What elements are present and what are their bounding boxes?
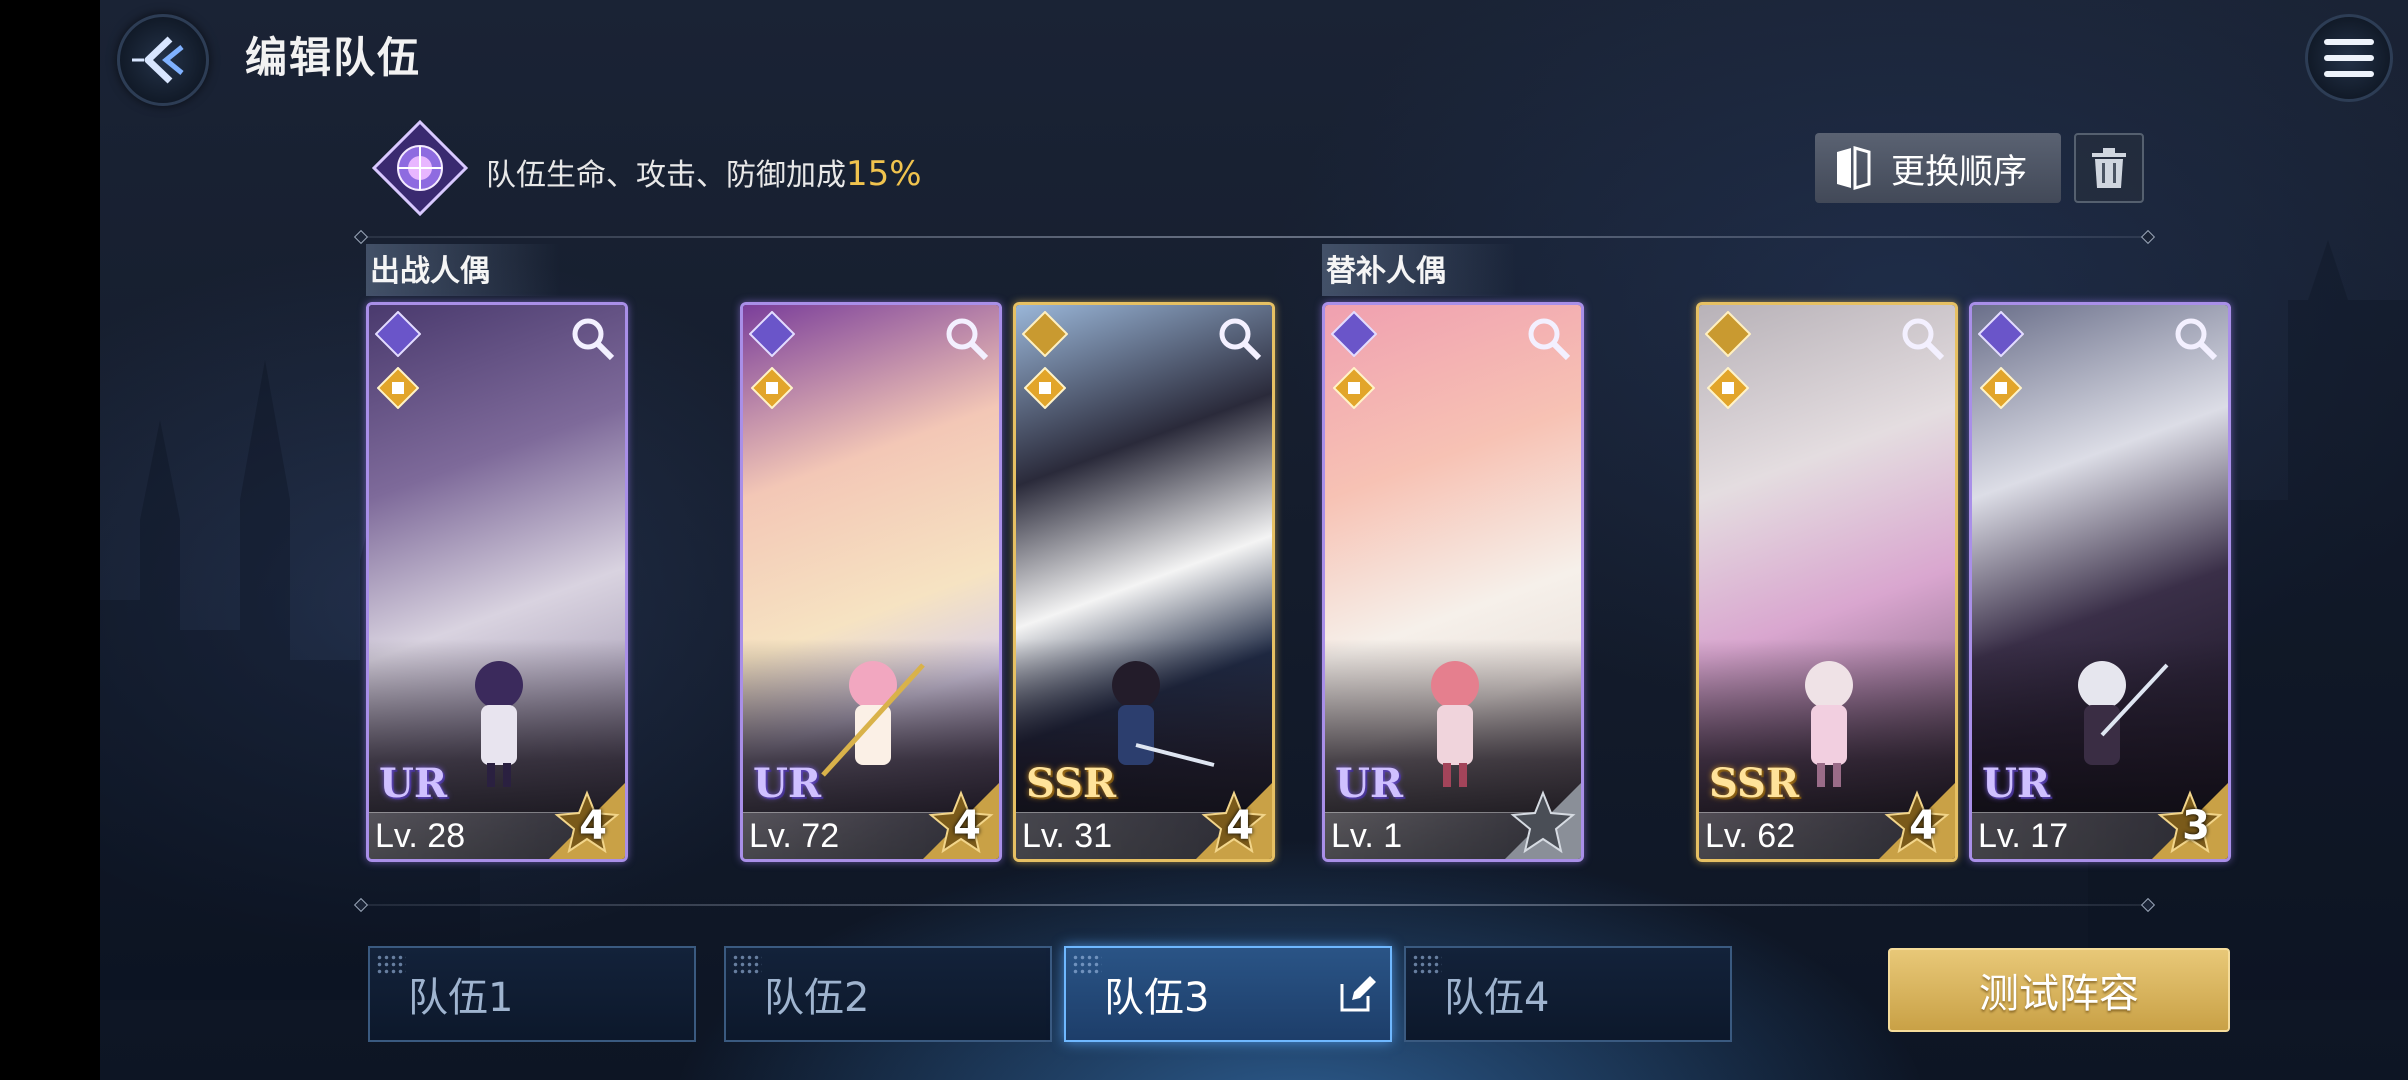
tab-label: 队伍2 bbox=[764, 975, 870, 1021]
tab-team-2[interactable]: 队伍2 bbox=[724, 946, 1052, 1042]
main-card-3[interactable]: SSR Lv. 31 4 bbox=[1013, 302, 1275, 862]
element-icon bbox=[1978, 311, 2024, 357]
main-team-label: 出战人偶 bbox=[366, 244, 560, 296]
role-icon bbox=[1024, 367, 1066, 409]
level-label: Lv. 17 bbox=[1978, 817, 2069, 855]
delete-team-button[interactable] bbox=[2074, 133, 2144, 203]
rarity-label: UR bbox=[379, 760, 448, 807]
magnify-icon[interactable] bbox=[943, 315, 989, 361]
left-black-bar bbox=[0, 0, 100, 1080]
bonus-value: 15% bbox=[846, 154, 922, 194]
magnify-icon[interactable] bbox=[1899, 315, 1945, 361]
chibi-sprite bbox=[475, 661, 523, 787]
magnify-icon[interactable] bbox=[569, 315, 615, 361]
magnify-icon[interactable] bbox=[1216, 315, 1262, 361]
back-arrow-icon bbox=[132, 36, 184, 84]
magnify-icon[interactable] bbox=[1525, 315, 1571, 361]
bonus-description: 队伍生命、攻击、防御加成 bbox=[486, 158, 846, 193]
reorder-label: 更换顺序 bbox=[1891, 151, 2027, 192]
tab-team-3[interactable]: 队伍3 bbox=[1064, 946, 1392, 1042]
rarity-label: UR bbox=[1335, 760, 1404, 807]
rarity-label: UR bbox=[1982, 760, 2051, 807]
sub-card-3[interactable]: UR Lv. 17 3 bbox=[1969, 302, 2231, 862]
level-label: Lv. 28 bbox=[375, 817, 466, 855]
role-icon bbox=[1980, 367, 2022, 409]
level-label: Lv. 1 bbox=[1331, 817, 1403, 855]
trash-icon bbox=[2092, 148, 2126, 188]
rarity-label: UR bbox=[753, 760, 822, 807]
magnify-icon[interactable] bbox=[2172, 315, 2218, 361]
main-card-1[interactable]: UR Lv. 28 4 bbox=[366, 302, 628, 862]
reorder-button[interactable]: 更换顺序 bbox=[1815, 133, 2061, 203]
bottom-divider bbox=[362, 904, 2147, 906]
star-count: 4 bbox=[579, 803, 607, 849]
tab-label: 队伍1 bbox=[408, 975, 514, 1021]
tab-team-1[interactable]: 队伍1 bbox=[368, 946, 696, 1042]
star-rank-icon bbox=[1505, 783, 1581, 859]
star-count: 3 bbox=[2182, 803, 2210, 849]
level-label: Lv. 72 bbox=[749, 817, 840, 855]
substitute-team-label: 替补人偶 bbox=[1322, 244, 1516, 296]
role-icon bbox=[1707, 367, 1749, 409]
swap-order-icon bbox=[1837, 146, 1871, 190]
element-icon bbox=[375, 311, 421, 357]
edit-name-icon[interactable] bbox=[1338, 974, 1378, 1014]
menu-button[interactable] bbox=[2305, 14, 2393, 102]
sub-card-1[interactable]: UR Lv. 1 bbox=[1322, 302, 1584, 862]
element-icon bbox=[1331, 311, 1377, 357]
hamburger-menu-icon bbox=[2324, 39, 2374, 77]
star-count: 4 bbox=[1909, 803, 1937, 849]
back-button[interactable] bbox=[117, 14, 209, 106]
test-lineup-button[interactable]: 测试阵容 bbox=[1888, 948, 2230, 1032]
chibi-sprite bbox=[1431, 661, 1479, 787]
tab-label: 队伍4 bbox=[1444, 975, 1550, 1021]
star-count: 4 bbox=[1226, 803, 1254, 849]
element-icon bbox=[1705, 311, 1751, 357]
role-icon bbox=[1333, 367, 1375, 409]
rarity-label: SSR bbox=[1709, 760, 1800, 807]
team-bonus-text: 队伍生命、攻击、防御加成15% bbox=[486, 150, 922, 194]
level-label: Lv. 31 bbox=[1022, 817, 1113, 855]
level-label: Lv. 62 bbox=[1705, 817, 1796, 855]
tab-label: 队伍3 bbox=[1104, 975, 1210, 1021]
role-icon bbox=[751, 367, 793, 409]
chibi-sprite bbox=[821, 661, 925, 777]
rarity-label: SSR bbox=[1026, 760, 1117, 807]
team-bonus-emblem-icon bbox=[372, 120, 468, 216]
element-icon bbox=[1022, 311, 1068, 357]
top-divider bbox=[362, 236, 2147, 238]
element-icon bbox=[749, 311, 795, 357]
tab-team-4[interactable]: 队伍4 bbox=[1404, 946, 1732, 1042]
chibi-sprite bbox=[2078, 661, 2169, 765]
page-title: 编辑队伍 bbox=[245, 33, 422, 82]
game-screen: 编辑队伍 队伍生命、攻击、防御加成15% 更换顺序 出战人偶 替补人偶 UR L… bbox=[100, 0, 2408, 1080]
role-icon bbox=[377, 367, 419, 409]
sub-card-2[interactable]: SSR Lv. 62 4 bbox=[1696, 302, 1958, 862]
star-count: 4 bbox=[953, 803, 981, 849]
test-lineup-label: 测试阵容 bbox=[1979, 971, 2139, 1017]
main-card-2[interactable]: UR Lv. 72 4 bbox=[740, 302, 1002, 862]
